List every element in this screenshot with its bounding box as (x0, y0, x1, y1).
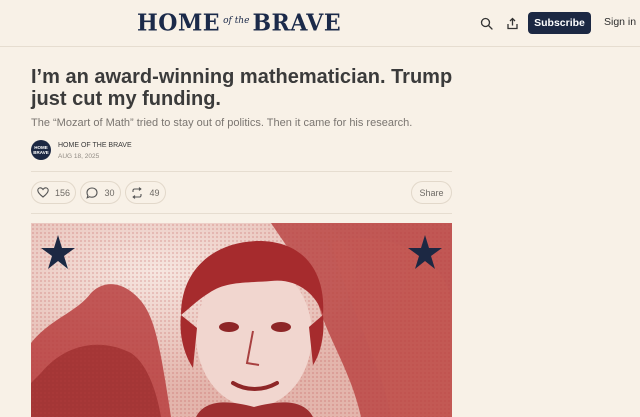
logo-brave: BRAVE (252, 9, 342, 37)
divider (31, 213, 452, 214)
share-button[interactable]: Share (411, 181, 452, 204)
search-icon[interactable] (477, 14, 495, 32)
comment-button[interactable]: 30 (80, 181, 121, 204)
share-label: Share (419, 187, 444, 198)
restack-icon (132, 186, 143, 199)
post-date: AUG 18, 2025 (58, 153, 100, 160)
top-bar: HOME of the BRAVE Subscribe Sign in (0, 0, 640, 47)
sign-in-link[interactable]: Sign in (604, 16, 636, 28)
post-title: I’m an award-winning mathematician. Trum… (31, 66, 453, 110)
hero-image (31, 223, 452, 417)
comment-count: 30 (104, 187, 115, 198)
publication-logo[interactable]: HOME of the BRAVE (137, 9, 342, 37)
heart-icon (37, 187, 49, 198)
share-icon[interactable] (503, 14, 521, 32)
restack-count: 49 (149, 187, 160, 198)
author-avatar[interactable]: HOME BRAVE (31, 140, 51, 160)
author-name[interactable]: HOME OF THE BRAVE (58, 142, 132, 149)
like-button[interactable]: 156 (31, 181, 76, 204)
logo-of-the: of the (223, 16, 250, 26)
restack-button[interactable]: 49 (125, 181, 166, 204)
subscribe-button[interactable]: Subscribe (528, 12, 591, 34)
post-subtitle: The “Mozart of Math” tried to stay out o… (31, 117, 413, 129)
comment-icon (86, 186, 99, 199)
divider (31, 171, 452, 172)
like-count: 156 (54, 187, 71, 198)
logo-home: HOME (137, 9, 221, 37)
avatar-text-brave: BRAVE (33, 150, 49, 155)
